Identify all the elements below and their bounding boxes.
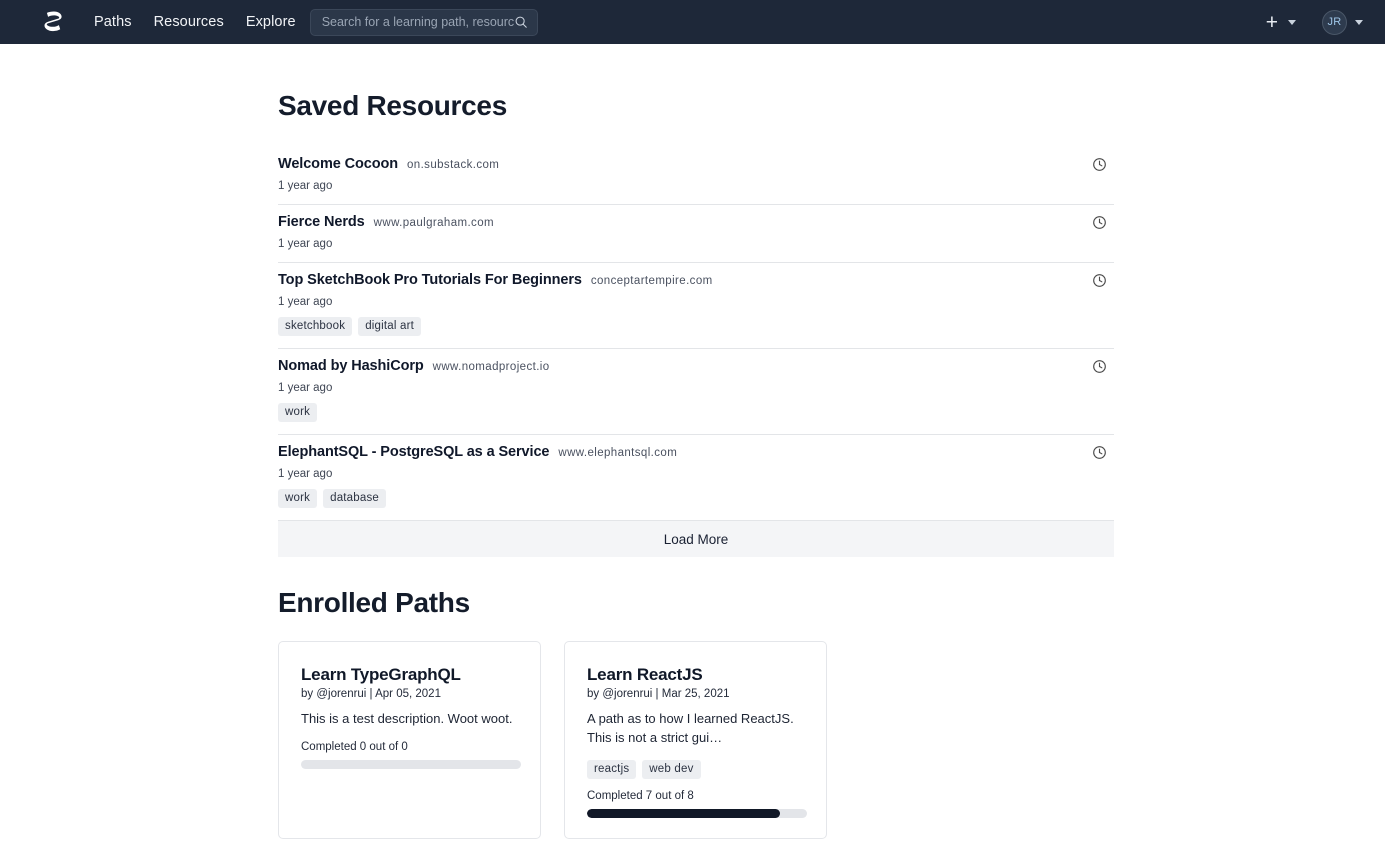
resource-domain: www.elephantsql.com <box>558 447 677 459</box>
clock-icon-glyph <box>1092 445 1107 460</box>
path-card-progress-label: Completed 0 out of 0 <box>301 741 518 753</box>
clock-icon-glyph <box>1092 157 1107 172</box>
resource-item[interactable]: Nomad by HashiCorp www.nomadproject.io 1 y… <box>278 349 1114 435</box>
clock-icon[interactable] <box>1092 445 1108 461</box>
top-navbar: Paths Resources Explore + JR <box>0 0 1385 44</box>
path-card-progress-fill <box>587 809 780 818</box>
resource-timestamp: 1 year ago <box>278 382 1114 394</box>
resource-tags: work database <box>278 489 1114 508</box>
resource-header: ElephantSQL - PostgreSQL as a Service www… <box>278 444 1114 460</box>
resource-title[interactable]: ElephantSQL - PostgreSQL as a Service <box>278 444 549 460</box>
navbar-left-group: Paths Resources Explore <box>42 9 538 36</box>
clock-icon[interactable] <box>1092 157 1108 173</box>
resource-tag[interactable]: digital art <box>358 317 421 336</box>
clock-icon-glyph <box>1092 273 1107 288</box>
resource-tags: sketchbook digital art <box>278 317 1114 336</box>
resource-tags: work <box>278 403 1114 422</box>
resource-item[interactable]: Top SketchBook Pro Tutorials For Beginne… <box>278 263 1114 349</box>
resource-title[interactable]: Nomad by HashiCorp <box>278 358 424 374</box>
add-menu-chevron-down-icon[interactable] <box>1288 20 1296 25</box>
resource-domain: www.paulgraham.com <box>374 217 494 229</box>
resource-header: Top SketchBook Pro Tutorials For Beginne… <box>278 272 1114 288</box>
search-input[interactable] <box>322 15 514 29</box>
nav-link-explore[interactable]: Explore <box>246 14 296 30</box>
path-card-title: Learn TypeGraphQL <box>301 665 518 685</box>
saved-resources-heading: Saved Resources <box>278 90 1114 122</box>
path-card-progress-bar <box>301 760 521 769</box>
resource-header: Welcome Cocoon on.substack.com <box>278 156 1114 172</box>
search-box[interactable] <box>310 9 538 36</box>
profile-menu-chevron-down-icon[interactable] <box>1355 20 1363 25</box>
resource-tag[interactable]: database <box>323 489 386 508</box>
resource-title[interactable]: Welcome Cocoon <box>278 156 398 172</box>
resource-domain: conceptartempire.com <box>591 275 713 287</box>
resource-timestamp: 1 year ago <box>278 180 1114 192</box>
clock-icon[interactable] <box>1092 273 1108 289</box>
clock-icon-glyph <box>1092 215 1107 230</box>
saved-resources-list: Welcome Cocoonon.substack.com1 year agoF… <box>278 147 1114 521</box>
path-card-tag[interactable]: reactjs <box>587 760 636 779</box>
resource-title[interactable]: Top SketchBook Pro Tutorials For Beginne… <box>278 272 582 288</box>
path-card-progress-bar <box>587 809 807 818</box>
clock-icon[interactable] <box>1092 215 1108 231</box>
enrolled-paths-heading: Enrolled Paths <box>278 587 1114 619</box>
add-button[interactable]: + <box>1264 12 1280 33</box>
resource-timestamp: 1 year ago <box>278 238 1114 250</box>
resource-header: Nomad by HashiCorp www.nomadproject.io <box>278 358 1114 374</box>
content-container: Saved Resources Welcome Cocoon on.substac… <box>278 90 1114 839</box>
steps-logo[interactable] <box>42 9 66 35</box>
resource-title[interactable]: Fierce Nerds <box>278 214 365 230</box>
resource-timestamp: 1 year ago <box>278 468 1114 480</box>
path-card-meta: by @jorenrui | Apr 05, 2021 <box>301 688 518 700</box>
path-card-title: Learn ReactJS <box>587 665 804 685</box>
nav-link-paths[interactable]: Paths <box>94 14 132 30</box>
path-card-progress-label: Completed 7 out of 8 <box>587 790 804 802</box>
navbar-right-group: + JR <box>1264 10 1363 35</box>
path-card[interactable]: Learn ReactJS by @jorenrui | Mar 25, 2021… <box>564 641 827 839</box>
resource-domain: www.nomadproject.io <box>433 361 550 373</box>
resource-header: Fierce Nerds www.paulgraham.com <box>278 214 1114 230</box>
clock-icon[interactable] <box>1092 359 1108 375</box>
steps-logo-icon <box>43 10 65 34</box>
resource-item[interactable]: Fierce Nerds www.paulgraham.com 1 year ago <box>278 205 1114 263</box>
search-icon <box>514 15 528 29</box>
avatar[interactable]: JR <box>1322 10 1347 35</box>
clock-icon-glyph <box>1092 359 1107 374</box>
resource-tag[interactable]: work <box>278 489 317 508</box>
path-card-meta: by @jorenrui | Mar 25, 2021 <box>587 688 804 700</box>
resource-item[interactable]: Welcome Cocoon on.substack.com 1 year ago <box>278 147 1114 205</box>
resource-domain: on.substack.com <box>407 159 499 171</box>
nav-link-resources[interactable]: Resources <box>154 14 224 30</box>
resource-timestamp: 1 year ago <box>278 296 1114 308</box>
path-card-description: This is a test description. Woot woot. <box>301 710 518 729</box>
path-card[interactable]: Learn TypeGraphQL by @jorenrui | Apr 05, … <box>278 641 541 839</box>
path-card-description: A path as to how I learned ReactJS. This… <box>587 710 804 748</box>
path-card-tag[interactable]: web dev <box>642 760 700 779</box>
resource-item[interactable]: ElephantSQL - PostgreSQL as a Service www… <box>278 435 1114 521</box>
resource-tag[interactable]: work <box>278 403 317 422</box>
load-more-button[interactable]: Load More <box>278 521 1114 557</box>
path-card-tags: reactjs web dev <box>587 760 804 779</box>
resource-tag[interactable]: sketchbook <box>278 317 352 336</box>
page-body: Saved Resources Welcome Cocoon on.substac… <box>0 44 1385 839</box>
enrolled-paths-cards: Learn TypeGraphQL by @jorenrui | Apr 05, … <box>278 641 1114 839</box>
